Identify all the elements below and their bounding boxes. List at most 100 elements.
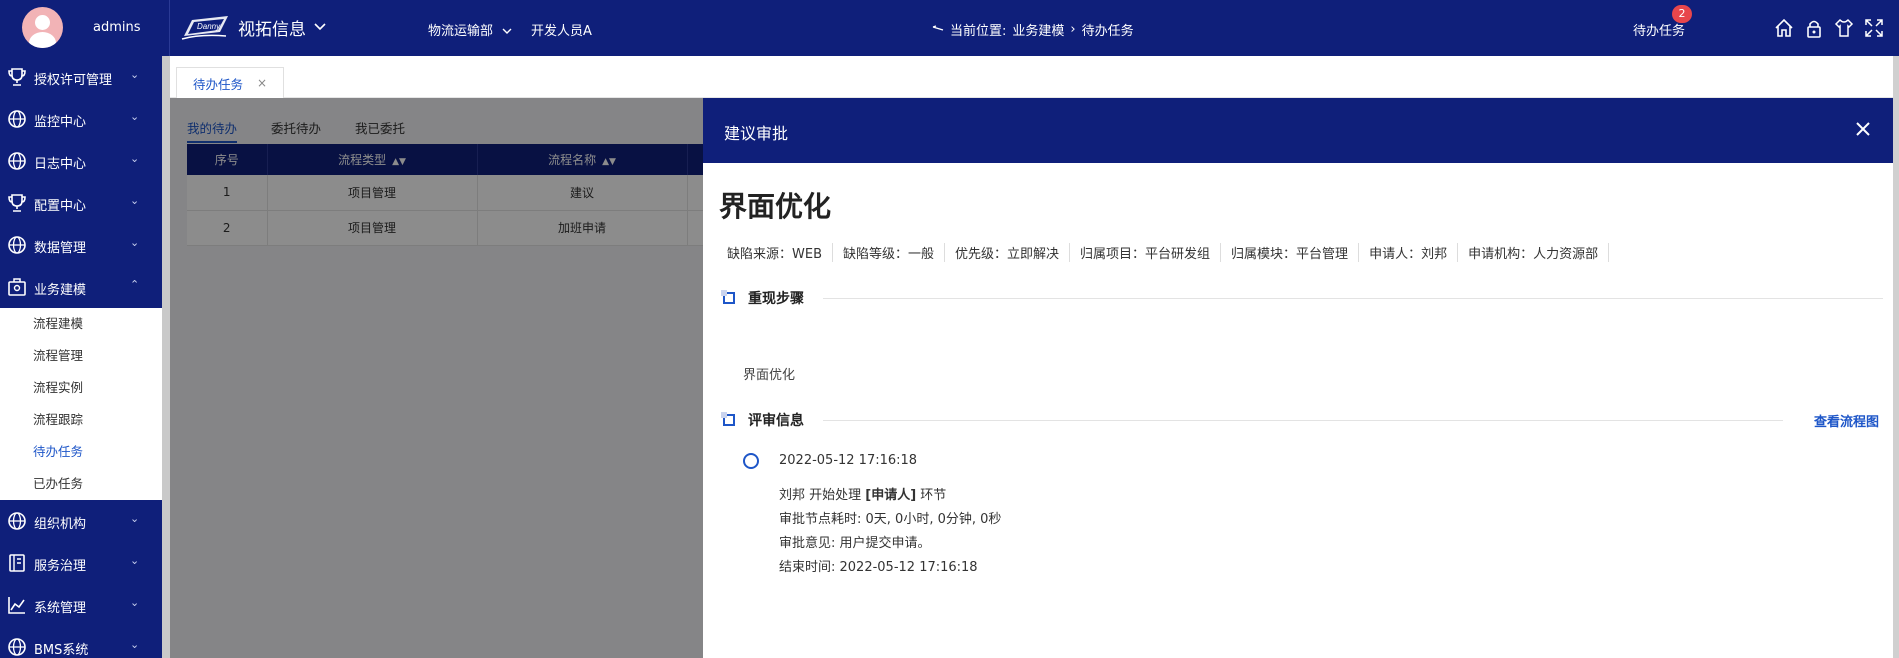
section-marker-icon (721, 412, 735, 426)
sidebar-item-business-modeling[interactable]: 业务建模 ⌃ (0, 266, 162, 308)
breadcrumb-item[interactable]: 待办任务 (1082, 20, 1134, 39)
close-icon[interactable]: × (257, 76, 267, 90)
lock-icon[interactable] (1803, 17, 1825, 39)
globe-icon (8, 110, 26, 128)
chevron-down-icon: ⌄ (130, 554, 140, 567)
chevron-down-icon (502, 28, 512, 34)
chevron-down-icon: ⌄ (130, 68, 140, 81)
trophy-icon (8, 194, 26, 212)
home-icon[interactable] (1773, 17, 1795, 39)
todo-count-badge: 2 (1672, 5, 1692, 23)
nav-developer[interactable]: 开发人员A (531, 20, 592, 39)
section-repro-steps: 重现步骤 (721, 287, 1883, 307)
panel-icon (9, 554, 25, 572)
sidebar-subitem-process-modeling[interactable]: 流程建模 (0, 308, 162, 340)
meta-organization: 申请机构：人力资源部 (1458, 243, 1610, 262)
pin-icon (932, 24, 944, 31)
top-bar: admins Danny 视拓信息 物流运输部 开发人员A 当前位置: 业务建模… (0, 0, 1899, 56)
meta-project: 归属项目：平台研发组 (1070, 243, 1222, 262)
chevron-down-icon: ⌄ (130, 512, 140, 525)
breadcrumb: 当前位置: 业务建模 › 待办任务 (932, 20, 1134, 39)
repro-steps-text: 界面优化 (743, 368, 796, 383)
brand-name: 视拓信息 (238, 19, 306, 40)
chevron-down-icon: ⌄ (130, 638, 140, 651)
globe-icon (8, 512, 26, 530)
chevron-up-icon: ⌃ (130, 278, 140, 291)
chevron-down-icon: ⌄ (130, 194, 140, 207)
username[interactable]: admins (93, 20, 141, 35)
sidebar-item-label: 配置中心 (34, 199, 87, 214)
sidebar-item-config[interactable]: 配置中心 ⌄ (0, 182, 162, 224)
timeline-duration: 审批节点耗时: 0天, 0小时, 0分钟, 0秒 (779, 512, 1002, 527)
tab-label: 待办任务 (193, 76, 244, 92)
issue-meta: 缺陷来源：WEB 缺陷等级：一般 优先级：立即解决 归属项目：平台研发组 归属模… (719, 243, 1610, 262)
sidebar-subitem-process-management[interactable]: 流程管理 (0, 340, 162, 372)
sidebar-item-system[interactable]: 系统管理 ⌄ (0, 584, 162, 626)
chevron-down-icon: ⌄ (130, 596, 140, 609)
breadcrumb-label: 当前位置: (950, 24, 1007, 39)
section-title: 重现步骤 (748, 291, 804, 307)
approval-drawer: 建议审批 界面优化 缺陷来源：WEB 缺陷等级：一般 优先级：立即解决 归属项目… (703, 98, 1893, 658)
svg-text:Danny: Danny (197, 22, 221, 31)
sidebar: 授权许可管理 ⌄ 监控中心 ⌄ 日志中心 ⌄ 配置中心 ⌄ 数据管理 ⌄ 业务建… (0, 56, 162, 658)
sidebar-item-label: 数据管理 (34, 241, 87, 256)
nav-department-label: 物流运输部 (428, 24, 494, 39)
timeline-end-time: 结束时间: 2022-05-12 17:16:18 (779, 560, 978, 575)
globe-icon (8, 638, 26, 656)
chevron-down-icon: ⌄ (130, 110, 140, 123)
shirt-icon[interactable] (1833, 17, 1855, 39)
drawer-header: 建议审批 (703, 98, 1893, 163)
todo-link[interactable]: 待办任务 (1633, 20, 1685, 39)
sidebar-item-label: 日志中心 (34, 157, 87, 172)
sidebar-subitem-done-tasks[interactable]: 已办任务 (0, 468, 162, 500)
chevron-down-icon: ⌄ (130, 236, 140, 249)
sidebar-item-bms[interactable]: BMS系统 ⌄ (0, 626, 162, 658)
breadcrumb-separator-icon: › (1070, 22, 1076, 37)
sidebar-item-label: 服务治理 (34, 559, 87, 574)
sidebar-item-logs[interactable]: 日志中心 ⌄ (0, 140, 162, 182)
sidebar-item-service-governance[interactable]: 服务治理 ⌄ (0, 542, 162, 584)
section-review-info: 评审信息 查看流程图 (721, 409, 1883, 430)
chevron-down-icon (314, 23, 326, 31)
meta-applicant: 申请人：刘邦 (1359, 243, 1459, 262)
globe-icon (8, 236, 26, 254)
sidebar-subitem-process-tracking[interactable]: 流程跟踪 (0, 404, 162, 436)
sidebar-subitem-process-instance[interactable]: 流程实例 (0, 372, 162, 404)
breadcrumb-item[interactable]: 业务建模 (1012, 20, 1064, 39)
meta-level: 缺陷等级：一般 (833, 243, 946, 262)
sidebar-submenu: 流程建模 流程管理 流程实例 流程跟踪 待办任务 已办任务 (0, 308, 162, 500)
sidebar-item-label: 组织机构 (34, 517, 87, 532)
chevron-down-icon: ⌄ (130, 152, 140, 165)
page-scrollbar[interactable] (1893, 56, 1899, 658)
sidebar-item-organization[interactable]: 组织机构 ⌄ (0, 500, 162, 542)
timeline-dot-icon (743, 453, 759, 469)
sidebar-scrollbar[interactable] (162, 56, 170, 658)
chart-line-icon (8, 597, 25, 614)
view-flowchart-link[interactable]: 查看流程图 (1814, 411, 1879, 430)
nav-department[interactable]: 物流运输部 (428, 20, 512, 39)
timeline-action: 刘邦 开始处理 [申请人] 环节 (779, 488, 947, 503)
sidebar-item-data[interactable]: 数据管理 ⌄ (0, 224, 162, 266)
sidebar-item-label: 业务建模 (34, 283, 87, 298)
sidebar-item-license[interactable]: 授权许可管理 ⌄ (0, 56, 162, 98)
fullscreen-icon[interactable] (1863, 17, 1885, 39)
user-block[interactable]: admins (0, 0, 170, 56)
issue-title: 界面优化 (719, 190, 832, 223)
tab-todo-tasks[interactable]: 待办任务 × (176, 67, 284, 98)
sidebar-subitem-todo-tasks[interactable]: 待办任务 (0, 436, 162, 468)
timeline-opinion: 审批意见: 用户提交申请。 (779, 536, 931, 551)
avatar[interactable] (22, 7, 63, 48)
meta-priority: 优先级：立即解决 (945, 243, 1071, 262)
section-marker-icon (721, 290, 735, 304)
divider (823, 298, 1883, 299)
brand-switcher[interactable]: Danny 视拓信息 (180, 12, 326, 42)
divider (823, 420, 1783, 421)
close-icon[interactable] (1851, 117, 1875, 141)
sidebar-item-label: 系统管理 (34, 601, 87, 616)
brand-logo-icon: Danny (181, 16, 228, 40)
trophy-icon (8, 68, 26, 86)
sidebar-item-monitor[interactable]: 监控中心 ⌄ (0, 98, 162, 140)
globe-icon (8, 152, 26, 170)
timeline-time: 2022-05-12 17:16:18 (779, 453, 918, 468)
toolbox-icon (8, 278, 26, 296)
